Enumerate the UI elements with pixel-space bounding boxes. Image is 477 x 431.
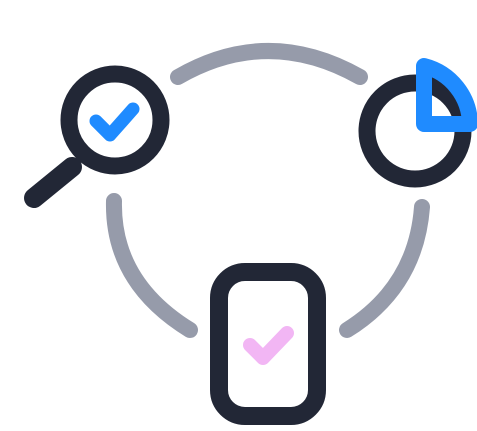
pie-chart-icon bbox=[358, 58, 477, 188]
checkmark-icon bbox=[89, 102, 140, 142]
connector-right bbox=[339, 199, 430, 338]
magnifier-handle bbox=[24, 157, 82, 208]
phone-check-icon bbox=[210, 263, 326, 425]
magnifier-check-icon bbox=[24, 65, 170, 208]
connector-left bbox=[105, 193, 198, 338]
workflow-cycle-illustration bbox=[24, 43, 477, 425]
connector-top bbox=[170, 43, 368, 85]
